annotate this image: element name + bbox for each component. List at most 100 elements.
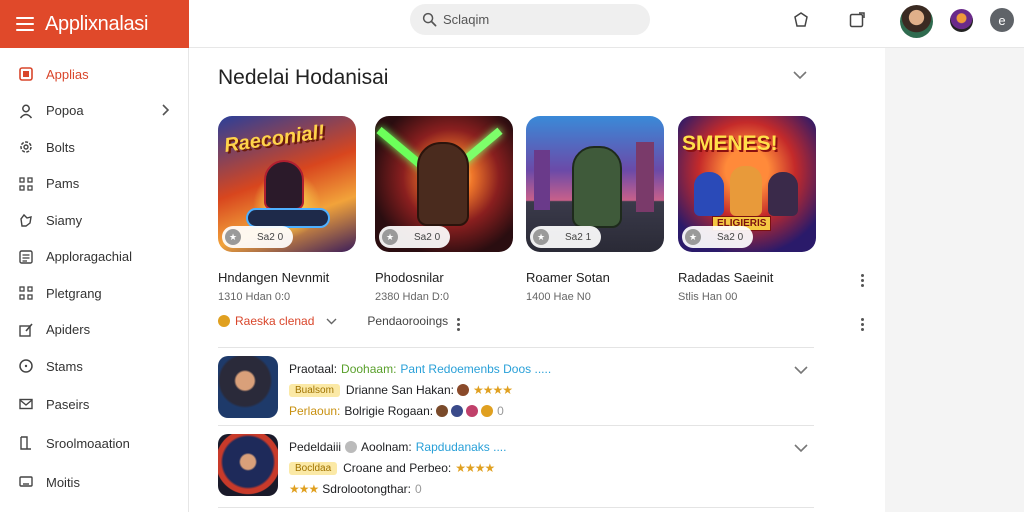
app-meta: 1310 Hdan 0:0 bbox=[218, 291, 291, 303]
secondary-avatar[interactable] bbox=[950, 9, 973, 32]
app-name: Radadas Saeinit bbox=[678, 270, 774, 285]
list-detail: Bolrigie Rogaan: bbox=[344, 404, 434, 418]
app-card[interactable]: SMENES! ELIGIERIS ★ Sa2 0 Radadas Saeinit… bbox=[678, 116, 818, 303]
sidebar-item-popoa[interactable]: Popoa bbox=[0, 93, 188, 130]
sidebar-item-siamy[interactable]: Siamy bbox=[0, 202, 188, 239]
app-artwork[interactable]: SMENES! ELIGIERIS ★ Sa2 0 bbox=[678, 116, 816, 252]
list-detail: Croane and Perbeo: bbox=[343, 461, 452, 475]
chevron-down-icon[interactable] bbox=[794, 444, 808, 453]
hand-icon bbox=[17, 211, 35, 229]
sidebar-item-moitis[interactable]: Moitis bbox=[0, 463, 188, 502]
list-subtitle: Doohaam: bbox=[341, 362, 397, 376]
app-header-brand: Applixnalasi bbox=[0, 0, 189, 48]
sidebar-item-label: Siamy bbox=[46, 212, 83, 228]
app-card[interactable]: ★ Sa2 1 Roamer Sotan 1400 Hae N0 bbox=[526, 116, 666, 303]
app-meta: 2380 Hdan D:0 bbox=[375, 291, 449, 303]
avatar-icon bbox=[436, 405, 449, 417]
share-icon[interactable] bbox=[847, 10, 867, 30]
search-box[interactable] bbox=[410, 4, 650, 35]
divider bbox=[218, 507, 814, 508]
sidebar-item-label: Moitis bbox=[46, 474, 80, 490]
sidebar-item-stams[interactable]: Stams bbox=[0, 348, 188, 385]
list-label: Perlaoun: bbox=[289, 404, 341, 418]
grid-icon bbox=[17, 65, 35, 83]
sidebar-item-apploragachial[interactable]: Apploragachial bbox=[0, 239, 188, 276]
monitor-icon bbox=[17, 473, 35, 491]
divider bbox=[218, 347, 814, 348]
building-shape bbox=[534, 150, 550, 210]
clock-icon bbox=[17, 357, 35, 375]
sidebar-item-label: Apiders bbox=[46, 322, 91, 338]
sidebar-item-label: Popoa bbox=[46, 103, 84, 119]
more-options-icon[interactable] bbox=[859, 274, 865, 287]
more-options-icon[interactable] bbox=[859, 318, 865, 331]
sidebar-item-label: Pletgrang bbox=[46, 285, 102, 301]
list-detail-line: Bualsom Drianne San Hakan: ★★★★ bbox=[289, 383, 513, 397]
sidebar-item-label: Sroolmoaation bbox=[46, 435, 130, 451]
sidebar-item-applias[interactable]: Applias bbox=[0, 56, 188, 93]
chevron-down-icon[interactable] bbox=[326, 318, 337, 325]
primary-action-link[interactable]: Raeska clenad bbox=[235, 314, 314, 328]
app-artwork[interactable]: Raeconial! ★ Sa2 0 bbox=[218, 116, 356, 252]
list-thumbnail[interactable] bbox=[218, 434, 278, 496]
list-link[interactable]: Rapdudanaks .... bbox=[416, 440, 507, 454]
app-card[interactable]: ★ Sa2 0 Phodosnilar 2380 Hdan D:0 bbox=[375, 116, 515, 303]
person-icon bbox=[17, 102, 35, 120]
star-rating: ★★★ bbox=[289, 482, 319, 496]
chevron-down-icon[interactable] bbox=[794, 366, 808, 375]
app-meta: 1400 Hae N0 bbox=[526, 291, 591, 303]
sidebar-item-bolts[interactable]: Bolts bbox=[0, 129, 188, 166]
right-panel bbox=[885, 48, 1024, 512]
sidebar-item-label: Paseirs bbox=[46, 396, 90, 412]
list-link[interactable]: Pant Redoemenbs Doos ..... bbox=[400, 362, 551, 376]
chevron-right-icon[interactable] bbox=[162, 103, 170, 119]
list-title: Pedeldaiii bbox=[289, 440, 342, 454]
app-artwork[interactable]: ★ Sa2 1 bbox=[526, 116, 664, 252]
app-name: Roamer Sotan bbox=[526, 270, 610, 285]
edit-icon bbox=[17, 321, 35, 339]
search-input[interactable] bbox=[443, 12, 623, 27]
mail-icon bbox=[17, 395, 35, 413]
more-options-icon[interactable] bbox=[455, 318, 461, 331]
section-title: Nedelai Hodanisai bbox=[218, 66, 389, 89]
list-thumbnail[interactable] bbox=[218, 356, 278, 418]
app-name: Phodosnilar bbox=[375, 270, 444, 285]
list-item[interactable]: Praotaal: Doohaam: Pant Redoemenbs Doos … bbox=[218, 356, 814, 420]
sidebar-item-pams[interactable]: Pams bbox=[0, 166, 188, 203]
app-name: Hndangen Nevnmit bbox=[218, 270, 330, 285]
sidebar-item-apiders[interactable]: Apiders bbox=[0, 312, 188, 349]
list-item[interactable]: Pedeldaiii Aoolnam: Rapdudanaks .... Boc… bbox=[218, 434, 814, 498]
chevron-down-icon[interactable] bbox=[793, 71, 807, 80]
rating-icon: ★ bbox=[225, 229, 241, 245]
account-icon[interactable]: e bbox=[990, 8, 1014, 32]
art-title: SMENES! bbox=[682, 132, 778, 155]
user-avatar[interactable] bbox=[900, 5, 933, 38]
list-detail-line: Bocldaa Croane and Perbeo: ★★★★ bbox=[289, 461, 495, 475]
avatar-icon bbox=[456, 384, 469, 396]
sidebar-item-label: Bolts bbox=[46, 139, 75, 155]
sidebar-item-sroolmoaation[interactable]: Sroolmoaation bbox=[0, 424, 188, 463]
main-content: Nedelai Hodanisai Raeconial! ★ Sa2 0 Hnda… bbox=[189, 48, 885, 512]
avatar-icon bbox=[451, 405, 464, 417]
sidebar-item-label: Stams bbox=[46, 358, 83, 374]
hero-figure bbox=[730, 166, 762, 216]
list-title-line: Praotaal: Doohaam: Pant Redoemenbs Doos … bbox=[289, 362, 551, 376]
list-detail-line: Perlaoun: Bolrigie Rogaan: 0 bbox=[289, 404, 504, 418]
secondary-action-link[interactable]: Pendaorooings bbox=[367, 314, 448, 328]
hero-figure bbox=[694, 172, 724, 216]
status-dot-icon bbox=[218, 315, 230, 327]
hero-figure bbox=[768, 172, 798, 216]
divider bbox=[218, 425, 814, 426]
notifications-icon[interactable] bbox=[791, 10, 811, 30]
sidebar-item-pletgrang[interactable]: Pletgrang bbox=[0, 275, 188, 312]
list-detail-line: ★★★ Sdrolootongthar: 0 bbox=[289, 482, 422, 496]
rating-icon: ★ bbox=[382, 229, 398, 245]
sidebar-item-paseirs[interactable]: Paseirs bbox=[0, 385, 188, 424]
list-title: Praotaal: bbox=[289, 362, 338, 376]
top-bar: e bbox=[189, 0, 1024, 48]
warrior-figure bbox=[417, 142, 469, 226]
app-card[interactable]: Raeconial! ★ Sa2 0 Hndangen Nevnmit 1310 … bbox=[218, 116, 358, 303]
menu-icon[interactable] bbox=[16, 17, 34, 31]
controller-shape bbox=[246, 208, 330, 228]
app-artwork[interactable]: ★ Sa2 0 bbox=[375, 116, 513, 252]
